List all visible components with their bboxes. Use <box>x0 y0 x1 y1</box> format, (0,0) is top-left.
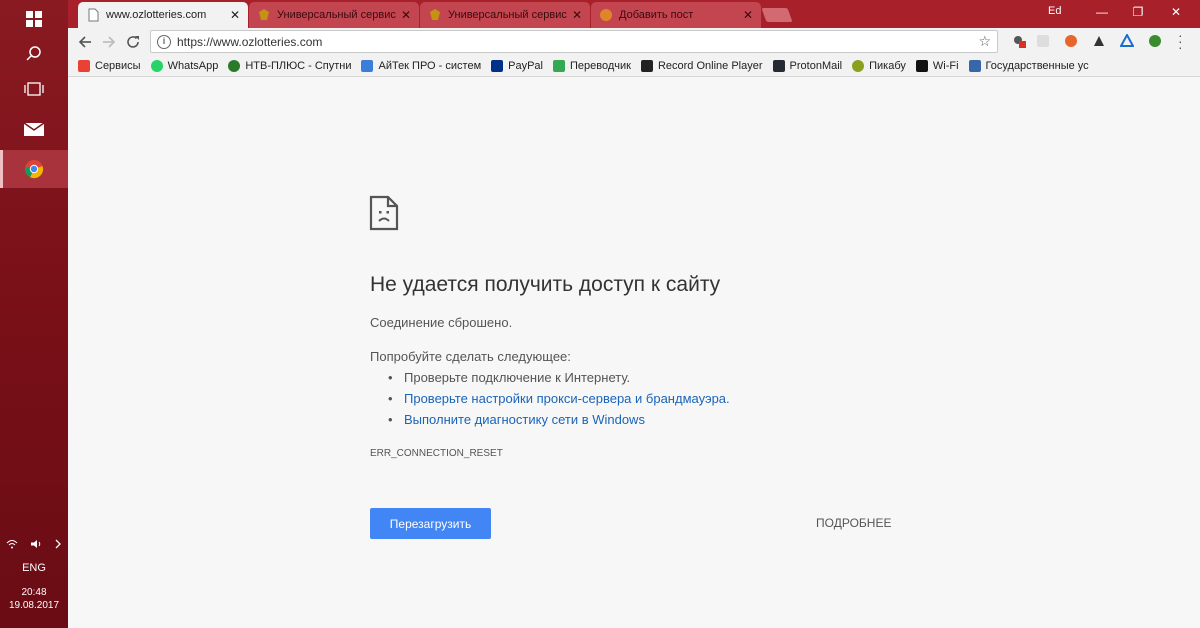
protonmail-icon <box>772 59 785 72</box>
bookmark-item[interactable]: ProtonMail <box>772 59 842 72</box>
info-icon[interactable]: i <box>157 34 171 49</box>
system-tray: ENG 20:48 19.08.2017 <box>0 532 68 612</box>
bookmark-item[interactable]: Пикабу <box>852 59 906 72</box>
extension-icon-2[interactable] <box>1036 34 1050 48</box>
tab-close-icon[interactable]: ✕ <box>741 8 755 22</box>
apps-grid-icon <box>78 59 90 72</box>
volume-icon[interactable] <box>30 539 42 549</box>
clock-time: 20:48 <box>21 587 47 598</box>
page-icon <box>88 8 99 22</box>
tab-title: Универсальный сервис <box>448 9 567 21</box>
error-subtitle: Соединение сброшено. <box>370 315 513 330</box>
arrow-left-icon <box>78 36 91 48</box>
error-title: Не удается получить доступ к сайту <box>370 273 721 296</box>
chrome-app-button[interactable] <box>0 150 68 188</box>
try-text: Попробуйте сделать следующее: <box>370 349 571 364</box>
details-button[interactable]: ПОДРОБНЕЕ <box>816 516 891 530</box>
clock-date: 19.08.2017 <box>8 600 60 611</box>
tab-universal-service-2[interactable]: Универсальный сервис ✕ <box>420 2 590 28</box>
mail-app-button[interactable] <box>0 110 68 147</box>
bookmark-item[interactable]: Государственные ус <box>968 59 1089 72</box>
extension-icon-1[interactable] <box>1012 34 1026 48</box>
tab-ozlotteries[interactable]: www.ozlotteries.com ✕ <box>78 2 248 28</box>
suggestion-proxy-link[interactable]: Проверьте настройки прокси-сервера и бра… <box>388 388 730 409</box>
paypal-icon <box>491 59 504 72</box>
suggestions-list: Проверьте подключение к Интернету. Прове… <box>388 367 730 430</box>
sad-page-icon <box>369 195 399 231</box>
minimize-icon[interactable]: — <box>1084 0 1120 24</box>
new-tab-button[interactable] <box>761 8 793 22</box>
search-icon <box>26 45 41 61</box>
translate-icon <box>553 59 565 72</box>
wifi-site-icon <box>915 59 928 72</box>
start-button[interactable] <box>0 0 68 37</box>
mail-icon <box>23 121 45 136</box>
search-button[interactable] <box>0 35 68 72</box>
bookmark-item[interactable]: PayPal <box>491 59 543 72</box>
windows-logo-icon <box>26 10 42 27</box>
toolbar: i https://www.ozlotteries.com ☆ · · · <box>68 28 1200 55</box>
back-button[interactable] <box>74 31 96 53</box>
reload-page-button[interactable]: Перезагрузить <box>370 508 491 539</box>
whatsapp-icon <box>150 59 163 72</box>
error-page: Не удается получить доступ к сайту Соеди… <box>68 78 1200 628</box>
tab-title: Добавить пост <box>619 9 694 21</box>
menu-icon[interactable]: · · · <box>1178 28 1183 54</box>
language-indicator[interactable]: ENG <box>0 556 68 580</box>
bookmark-item[interactable]: Wi-Fi <box>915 59 959 72</box>
task-view-button[interactable] <box>0 70 68 107</box>
bookmark-item[interactable]: НТВ-ПЛЮС - Спутни <box>228 59 351 72</box>
extension-icon-4[interactable] <box>1092 34 1106 48</box>
wifi-icon[interactable] <box>6 539 18 549</box>
bookmark-item[interactable]: WhatsApp <box>150 59 218 72</box>
chevron-right-icon[interactable] <box>54 539 62 549</box>
bookmark-item[interactable]: АйТек ПРО - систем <box>361 59 481 72</box>
profile-name[interactable]: Ed <box>1048 5 1061 17</box>
tab-close-icon[interactable]: ✕ <box>399 8 413 22</box>
extension-icon-6[interactable] <box>1148 34 1162 48</box>
reload-button[interactable] <box>122 31 144 53</box>
pikabu-icon <box>600 9 612 21</box>
suggestion-check-connection: Проверьте подключение к Интернету. <box>388 367 730 388</box>
bookmark-item[interactable]: Record Online Player <box>640 59 763 72</box>
aitek-icon <box>361 59 374 72</box>
gosuslugi-icon <box>968 59 981 72</box>
tab-add-post[interactable]: Добавить пост ✕ <box>591 2 761 28</box>
bookmark-item[interactable]: Переводчик <box>553 59 631 72</box>
url-text[interactable]: https://www.ozlotteries.com <box>177 35 978 49</box>
task-view-icon <box>24 81 44 96</box>
arrow-right-icon <box>103 36 116 48</box>
tab-title: www.ozlotteries.com <box>106 9 207 21</box>
bookmark-star-icon[interactable]: ☆ <box>978 33 991 50</box>
address-bar[interactable]: i https://www.ozlotteries.com ☆ <box>150 30 998 53</box>
crest-icon <box>259 9 269 20</box>
restore-icon[interactable]: ❐ <box>1120 0 1156 24</box>
tab-strip: www.ozlotteries.com ✕ Универсальный серв… <box>68 0 1200 28</box>
tab-title: Универсальный сервис <box>277 9 396 21</box>
extension-icon-5[interactable] <box>1120 34 1134 48</box>
chrome-window: www.ozlotteries.com ✕ Универсальный серв… <box>68 0 1200 628</box>
clock[interactable]: 20:48 19.08.2017 <box>0 586 68 612</box>
tab-close-icon[interactable]: ✕ <box>228 8 242 22</box>
crest-icon <box>430 9 440 20</box>
tab-close-icon[interactable]: ✕ <box>570 8 584 22</box>
bookmarks-bar: Сервисы WhatsApp НТВ-ПЛЮС - Спутни АйТек… <box>68 55 1200 77</box>
chrome-icon <box>24 160 44 179</box>
close-window-icon[interactable]: ✕ <box>1158 0 1194 24</box>
pikabu-icon <box>852 59 865 72</box>
error-code: ERR_CONNECTION_RESET <box>370 448 503 459</box>
extension-icon-3[interactable] <box>1064 34 1078 48</box>
bookmark-item[interactable]: Сервисы <box>78 59 141 72</box>
record-player-icon <box>640 59 653 72</box>
tab-universal-service-1[interactable]: Универсальный сервис ✕ <box>249 2 419 28</box>
reload-icon <box>127 36 139 48</box>
suggestion-diagnostics-link[interactable]: Выполните диагностику сети в Windows <box>388 409 730 430</box>
windows-taskbar: ENG 20:48 19.08.2017 <box>0 0 68 628</box>
forward-button[interactable] <box>98 31 120 53</box>
ntv-icon <box>228 59 241 72</box>
